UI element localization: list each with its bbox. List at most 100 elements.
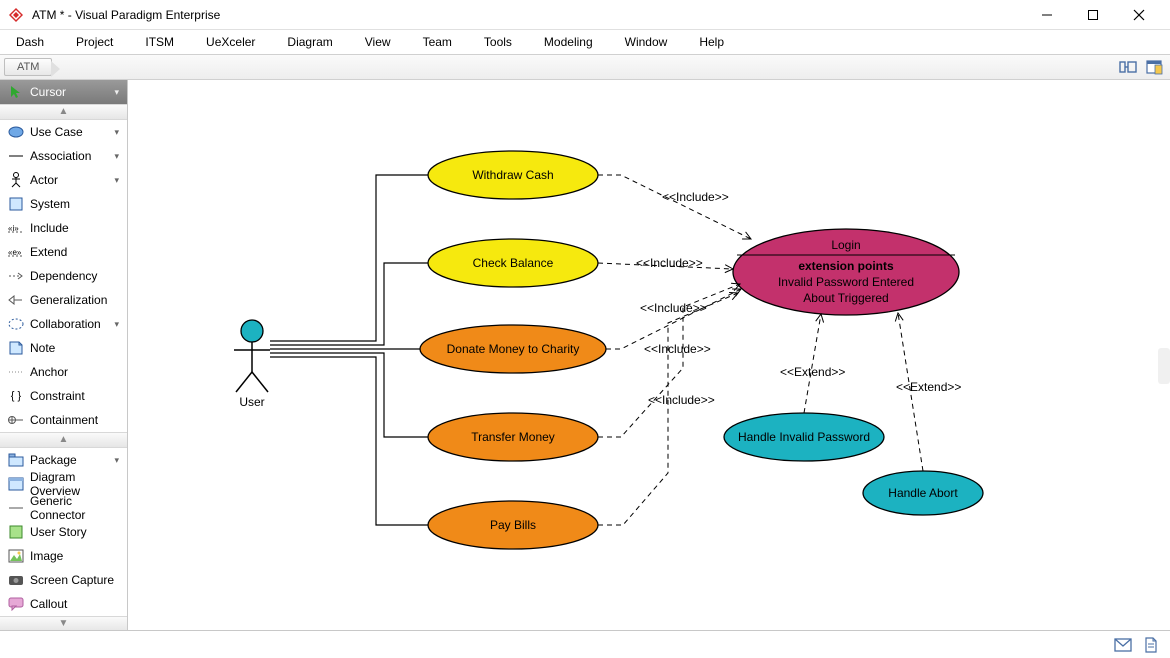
dependency-icon <box>8 268 24 284</box>
document-icon[interactable] <box>1142 636 1160 654</box>
note-icon <box>8 340 24 356</box>
tool-package[interactable]: Package ▾ <box>0 448 127 472</box>
chevron-down-icon: ▾ <box>114 87 119 98</box>
collaboration-icon <box>8 316 24 332</box>
tool-generalization[interactable]: Generalization <box>0 288 127 312</box>
usecase-pay[interactable]: Pay Bills <box>428 501 598 549</box>
svg-text:«e»: «e» <box>8 248 22 257</box>
tool-extend-label: Extend <box>30 245 67 259</box>
tool-include[interactable]: «i» Include <box>0 216 127 240</box>
tool-package-label: Package <box>30 453 77 467</box>
user-story-icon <box>8 524 24 540</box>
scroll-hint[interactable] <box>1158 348 1170 384</box>
menu-view[interactable]: View <box>361 33 395 51</box>
package-icon <box>8 452 24 468</box>
actor-user[interactable]: User <box>234 320 270 409</box>
tool-image[interactable]: Image <box>0 544 127 568</box>
chevron-down-icon: ▾ <box>114 151 119 162</box>
minimize-button[interactable] <box>1024 0 1070 30</box>
tool-constraint-label: Constraint <box>30 389 85 403</box>
usecase-transfer[interactable]: Transfer Money <box>428 413 598 461</box>
tool-anchor[interactable]: Anchor <box>0 360 127 384</box>
tool-generic-connector-label: Generic Connector <box>30 494 119 522</box>
toolbox-collapse-up[interactable]: ▲ <box>0 104 127 120</box>
menu-dash[interactable]: Dash <box>12 33 48 51</box>
actor-user-label: User <box>239 395 264 409</box>
menu-diagram[interactable]: Diagram <box>283 33 336 51</box>
menu-itsm[interactable]: ITSM <box>141 33 178 51</box>
tool-containment[interactable]: Containment <box>0 408 127 432</box>
tool-collaboration[interactable]: Collaboration ▾ <box>0 312 127 336</box>
tool-use-case[interactable]: Use Case ▾ <box>0 120 127 144</box>
actor-icon <box>8 172 24 188</box>
properties-icon[interactable] <box>1144 57 1164 77</box>
maximize-button[interactable] <box>1070 0 1116 30</box>
tool-user-story[interactable]: User Story <box>0 520 127 544</box>
usecase-withdraw[interactable]: Withdraw Cash <box>428 151 598 199</box>
toolbox-sep[interactable]: ▲ <box>0 432 127 448</box>
toolbox: Cursor ▾ ▲ Use Case ▾ Association ▾ Acto… <box>0 80 128 630</box>
app-logo-icon <box>8 7 24 23</box>
menubar: Dash Project ITSM UeXceler Diagram View … <box>0 30 1170 54</box>
breadcrumb-row: ATM <box>0 54 1170 80</box>
callout-icon <box>8 596 24 612</box>
usecase-donate[interactable]: Donate Money to Charity <box>420 325 606 373</box>
generalization-icon <box>8 292 24 308</box>
tool-constraint[interactable]: { } Constraint <box>0 384 127 408</box>
tool-system-label: System <box>30 197 70 211</box>
menu-project[interactable]: Project <box>72 33 117 51</box>
toolbox-collapse-down[interactable]: ▼ <box>0 616 127 630</box>
menu-window[interactable]: Window <box>621 33 672 51</box>
extend-label-1: <<Extend>> <box>780 365 845 379</box>
diagram-overview-icon <box>8 476 24 492</box>
menu-tools[interactable]: Tools <box>480 33 516 51</box>
chevron-down-icon: ▾ <box>114 175 119 186</box>
usecase-check[interactable]: Check Balance <box>428 239 598 287</box>
cursor-icon <box>8 84 24 100</box>
menu-modeling[interactable]: Modeling <box>540 33 597 51</box>
tool-user-story-label: User Story <box>30 525 87 539</box>
tool-cursor[interactable]: Cursor ▾ <box>0 80 127 104</box>
usecase-handle-invalid[interactable]: Handle Invalid Password <box>724 413 884 461</box>
tool-callout[interactable]: Callout <box>0 592 127 616</box>
associations <box>270 175 437 525</box>
switch-view-icon[interactable] <box>1118 57 1138 77</box>
tool-note[interactable]: Note <box>0 336 127 360</box>
tool-extend[interactable]: «e» Extend <box>0 240 127 264</box>
tool-diagram-overview[interactable]: Diagram Overview <box>0 472 127 496</box>
include-links <box>598 175 751 525</box>
usecase-login[interactable]: Login extension points Invalid Password … <box>733 229 959 315</box>
tool-cursor-label: Cursor <box>30 85 66 99</box>
diagram-canvas[interactable]: User Withdraw Cash Check Balance <box>128 80 1170 630</box>
anchor-icon <box>8 364 24 380</box>
menu-help[interactable]: Help <box>695 33 728 51</box>
tool-association[interactable]: Association ▾ <box>0 144 127 168</box>
close-button[interactable] <box>1116 0 1162 30</box>
breadcrumb-item-atm[interactable]: ATM <box>4 58 52 76</box>
tool-anchor-label: Anchor <box>30 365 68 379</box>
mail-icon[interactable] <box>1114 636 1132 654</box>
tool-note-label: Note <box>30 341 55 355</box>
menu-team[interactable]: Team <box>419 33 456 51</box>
tool-actor-label: Actor <box>30 173 58 187</box>
tool-include-label: Include <box>30 221 69 235</box>
tool-use-case-label: Use Case <box>30 125 83 139</box>
menu-uexceler[interactable]: UeXceler <box>202 33 259 51</box>
tool-generic-connector[interactable]: Generic Connector <box>0 496 127 520</box>
tool-screen-capture-label: Screen Capture <box>30 573 114 587</box>
titlebar: ATM * - Visual Paradigm Enterprise <box>0 0 1170 30</box>
tool-containment-label: Containment <box>30 413 98 427</box>
extend-label-2: <<Extend>> <box>896 380 961 394</box>
diagram-svg: User Withdraw Cash Check Balance <box>128 80 1170 630</box>
chevron-down-icon: ▾ <box>114 455 119 466</box>
include-label-1: <<Include>> <box>662 190 729 204</box>
containment-icon <box>8 412 24 428</box>
tool-system[interactable]: System <box>0 192 127 216</box>
include-icon: «i» <box>8 220 24 236</box>
tool-actor[interactable]: Actor ▾ <box>0 168 127 192</box>
tool-collaboration-label: Collaboration <box>30 317 101 331</box>
usecase-handle-abort[interactable]: Handle Abort <box>863 471 983 515</box>
tool-screen-capture[interactable]: Screen Capture <box>0 568 127 592</box>
extend-icon: «e» <box>8 244 24 260</box>
tool-dependency[interactable]: Dependency <box>0 264 127 288</box>
